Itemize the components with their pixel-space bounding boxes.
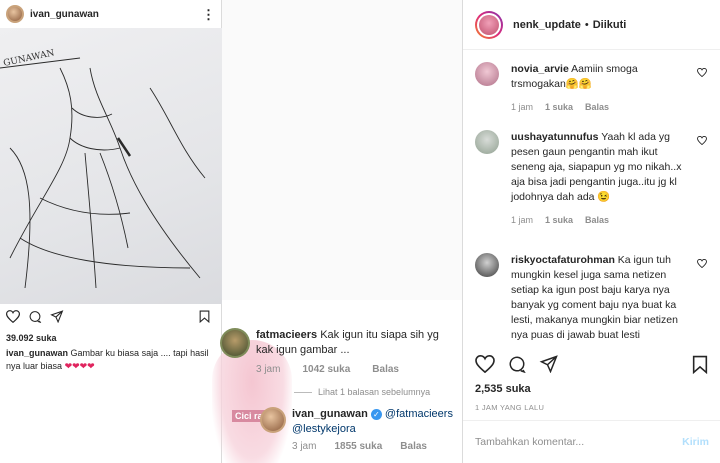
comment-username[interactable]: novia_arvie [511,63,569,75]
comment-thread-crop: Cici rara fatmacieers Kak igun itu siapa… [212,300,462,463]
more-options-icon[interactable]: ⋮ [202,8,215,21]
comment-meta: 1 jam 1 suka Balas [511,102,687,112]
comment-username[interactable]: ivan_gunawan [292,408,368,420]
heart-icon[interactable] [475,355,495,373]
view-previous-replies[interactable]: Lihat 1 balasan sebelumnya [294,387,430,397]
comment-text: fatmacieers Kak igun itu siapa sih yg ka… [256,328,456,358]
list-item: uushayatunnufus Yaah kl ada yg pesen gau… [475,130,711,225]
comment-likes[interactable]: 1855 suka [334,441,382,452]
heart-icon[interactable] [697,259,707,268]
reply-button[interactable]: Balas [585,215,609,225]
reply-button[interactable]: Balas [372,364,399,375]
avatar[interactable] [475,130,499,154]
heart-icon[interactable] [697,136,707,145]
comments-list: novia_arvie Aamiin smoga trsmogakan🤗🤗 1 … [463,50,720,342]
comment-text: riskyoctafaturohman Ka igun tuh mungkin … [511,253,687,342]
comment-meta: 3 jam 1855 suka Balas [292,441,460,452]
bookmark-icon[interactable] [692,355,708,374]
caption-username[interactable]: ivan_gunawan [6,348,68,358]
heart-icon[interactable] [6,310,20,323]
comment-fatmacieers: fatmacieers Kak igun itu siapa sih yg ka… [220,328,458,375]
mention-link[interactable]: @lestykejora [292,423,356,435]
share-icon[interactable] [539,355,559,373]
comment-time: 3 jam [256,364,281,375]
comment-meta: 3 jam 1042 suka Balas [256,364,456,375]
comment-likes[interactable]: 1 suka [545,215,573,225]
follow-status[interactable]: Diikuti [593,19,627,31]
sketch-signature-text: GUNAWAN [3,48,56,69]
comment-likes[interactable]: 1042 suka [302,364,350,375]
comment-text: ivan_gunawan ✓ @fatmacieers @lestykejora [292,407,460,437]
left-post-actions [6,310,64,323]
comment-time: 1 jam [511,102,534,112]
post-username[interactable]: ivan_gunawan [30,9,99,20]
right-post-actions [475,355,559,373]
post-timestamp: 1 JAM YANG LALU [475,403,545,412]
collage-page: ivan_gunawan ⋮ GUNAWAN 39.092 suka ivan_… [0,0,720,463]
list-item: novia_arvie Aamiin smoga trsmogakan🤗🤗 1 … [475,62,711,112]
avatar[interactable] [475,253,499,277]
comment-text: novia_arvie Aamiin smoga trsmogakan🤗🤗 [511,62,687,92]
comment-icon[interactable] [28,310,42,323]
reply-button[interactable]: Balas [400,441,427,452]
dress-sketch-drawing: GUNAWAN [0,48,206,289]
separator-dot: • [584,18,589,31]
mention-link[interactable]: @fatmacieers [385,408,453,420]
comment-time: 1 jam [511,215,534,225]
comment-likes[interactable]: 1 suka [545,102,573,112]
send-comment-button[interactable]: Kirim [682,436,709,448]
reply-button[interactable]: Balas [585,102,609,112]
caption-emoji: ❤❤❤❤ [64,361,95,371]
bookmark-icon[interactable] [199,310,210,323]
comment-meta: 1 jam 1 suka Balas [511,215,687,225]
share-icon[interactable] [50,310,64,323]
right-post-panel: nenk_update • Diikuti novia_arvie Aamiin… [462,0,720,463]
like-count[interactable]: 2,535 suka [475,383,531,395]
right-post-header: nenk_update • Diikuti [463,0,720,50]
left-post-card: ivan_gunawan ⋮ GUNAWAN 39.092 suka ivan_… [0,0,222,463]
avatar[interactable] [475,62,499,86]
left-post-header: ivan_gunawan ⋮ [0,0,221,28]
sketch-image: GUNAWAN [0,28,222,304]
add-comment-bar: Kirim [463,420,720,463]
avatar[interactable] [6,5,24,23]
post-caption: ivan_gunawan Gambar ku biasa saja .... t… [6,347,216,373]
avatar[interactable] [220,328,250,358]
comment-text: uushayatunnufus Yaah kl ada yg pesen gau… [511,130,687,205]
avatar[interactable] [260,407,286,433]
post-username[interactable]: nenk_update [513,19,581,31]
comment-username[interactable]: uushayatunnufus [511,131,599,143]
comment-time: 3 jam [292,441,317,452]
like-count[interactable]: 39.092 suka [6,333,57,343]
verified-badge-icon: ✓ [370,408,382,420]
comment-username[interactable]: riskyoctafaturohman [511,254,615,266]
view-previous-label[interactable]: Lihat 1 balasan sebelumnya [318,387,430,397]
heart-icon[interactable] [697,68,707,77]
comment-ivan-reply: ivan_gunawan ✓ @fatmacieers @lestykejora… [260,407,460,452]
comment-icon[interactable] [507,355,527,373]
avatar[interactable] [475,10,503,39]
comment-username[interactable]: fatmacieers [256,329,317,341]
comment-input[interactable] [475,436,683,448]
comment-body: Ka igun tuh mungkin kesel juga sama neti… [511,254,678,341]
list-item: riskyoctafaturohman Ka igun tuh mungkin … [475,253,711,342]
